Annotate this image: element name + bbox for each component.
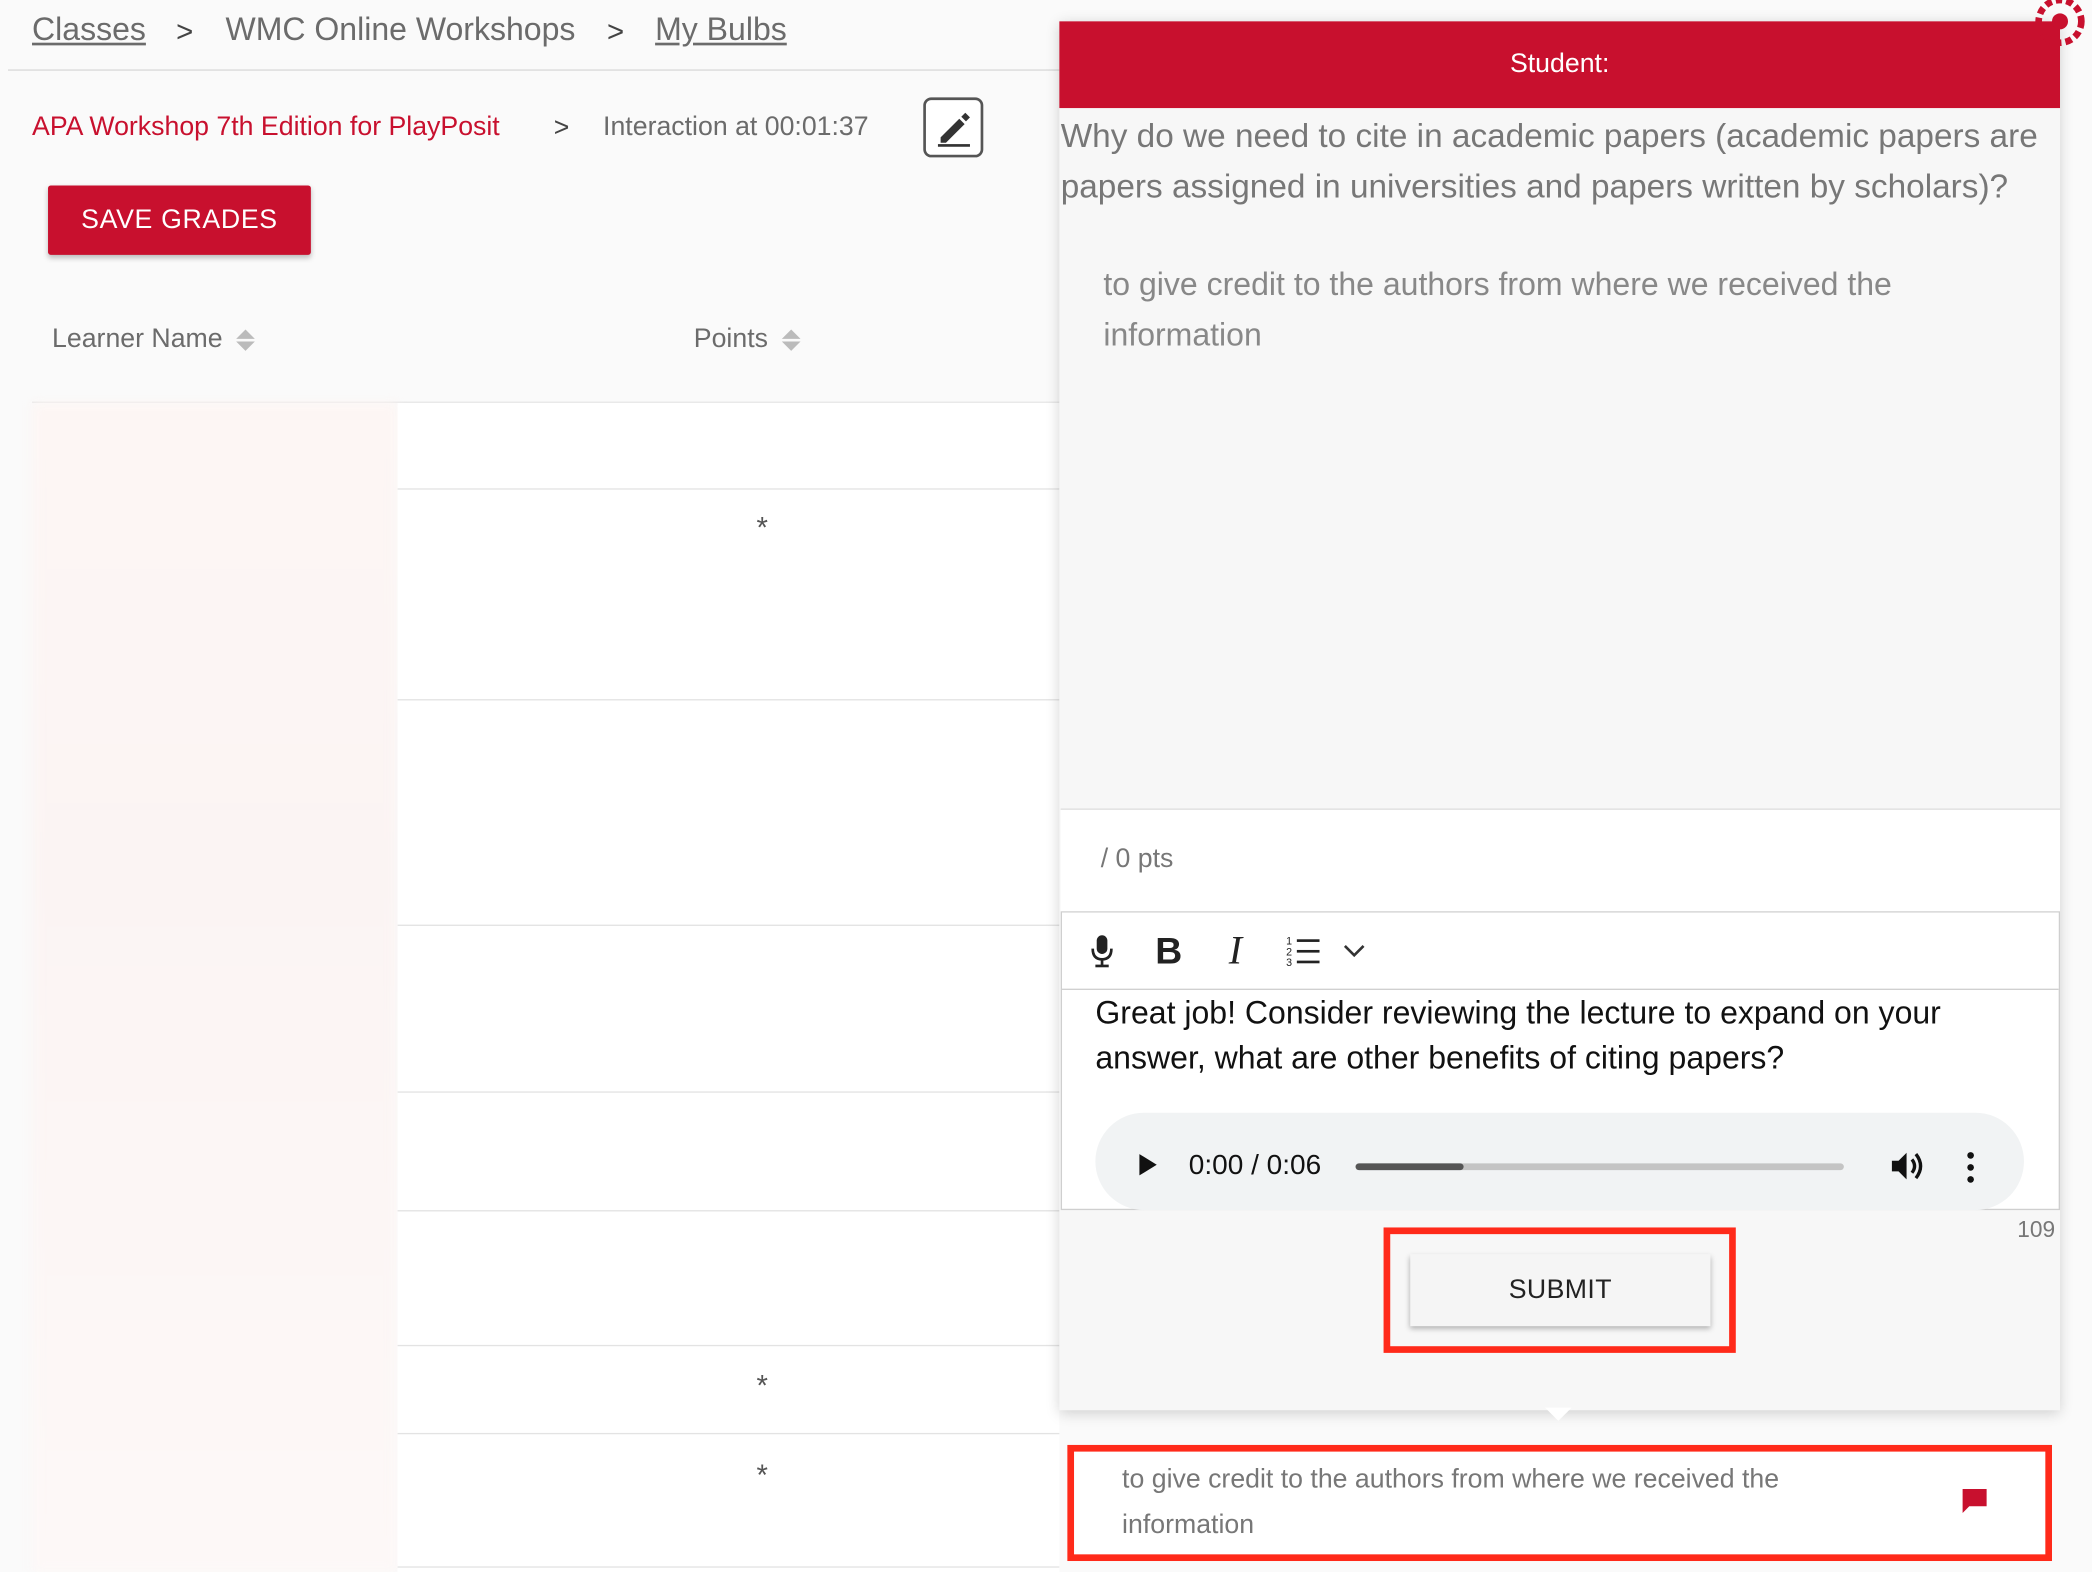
pencil-icon: [937, 112, 970, 147]
editor-toolbar: [1062, 912, 2059, 990]
italic-button[interactable]: I: [1217, 925, 1254, 978]
student-answer: to give credit to the authors from where…: [1103, 266, 1892, 354]
feedback-text[interactable]: Great job! Consider reviewing the lectur…: [1095, 991, 2029, 1082]
highlight-annotation: [1383, 1227, 1736, 1353]
table-row-marker: *: [756, 1458, 768, 1492]
character-count: 109: [2017, 1216, 2056, 1243]
play-button[interactable]: [1135, 1150, 1159, 1186]
points-column-header[interactable]: Points: [694, 324, 800, 355]
question-text: Why do we need to cite in academic paper…: [1060, 117, 2038, 206]
redacted-learner-names: [32, 402, 398, 1572]
breadcrumb-bulbs-link[interactable]: My Bulbs: [655, 12, 787, 49]
table-row-marker: *: [756, 1368, 768, 1403]
feedback-comment-button[interactable]: [1960, 1486, 1989, 1522]
chevron-down-icon: [1343, 945, 1365, 958]
edit-button[interactable]: [923, 97, 984, 158]
breadcrumb-separator: >: [607, 14, 625, 49]
subheader-separator: >: [553, 113, 570, 143]
breadcrumb-divider: [8, 69, 1060, 71]
sort-icon: [235, 328, 255, 351]
table-row-divider: [397, 1091, 1060, 1093]
table-row-divider: [397, 488, 1060, 490]
bold-icon: B: [1155, 929, 1183, 972]
svg-text:3: 3: [1286, 957, 1292, 969]
bulb-title-link[interactable]: APA Workshop 7th Edition for PlayPosit: [32, 112, 500, 143]
popover-header: Student:: [1059, 21, 2061, 109]
student-label: Student:: [1509, 49, 1610, 79]
learner-name-column-header[interactable]: Learner Name: [52, 324, 255, 355]
list-options-dropdown[interactable]: [1338, 925, 1370, 978]
points-area: [1060, 809, 2061, 913]
table-row-divider: [397, 1344, 1060, 1347]
microphone-button[interactable]: [1083, 925, 1120, 978]
numbered-list-icon: 1 2 3: [1286, 936, 1320, 969]
save-grades-button[interactable]: SAVE GRADES: [48, 185, 311, 255]
bold-button[interactable]: B: [1147, 925, 1190, 978]
points-input[interactable]: / 0 pts: [1101, 845, 1174, 876]
table-row-divider: [397, 699, 1060, 701]
table-row-marker: *: [756, 510, 768, 545]
italic-icon: I: [1228, 928, 1243, 973]
playposit-logo-icon: [2023, 0, 2092, 68]
table-row-divider: [397, 924, 1060, 926]
breadcrumb-separator: >: [176, 14, 194, 49]
more-vertical-icon: [1967, 1152, 1974, 1183]
microphone-icon: [1091, 935, 1113, 968]
points-header-label: Points: [693, 324, 768, 354]
audio-more-options-button[interactable]: [1964, 1150, 1977, 1191]
table-row-divider: [397, 1210, 1060, 1212]
numbered-list-button[interactable]: 1 2 3: [1281, 925, 1326, 978]
table-body: [397, 402, 1060, 1572]
audio-progress-fill: [1355, 1163, 1463, 1171]
play-icon: [1139, 1154, 1157, 1176]
breadcrumb-classes-link[interactable]: Classes: [32, 12, 146, 49]
volume-icon: [1891, 1152, 1923, 1180]
audio-time: 0:00 / 0:06: [1188, 1150, 1322, 1181]
response-cell-text: to give credit to the authors from where…: [1122, 1464, 1780, 1540]
table-row-divider: [397, 1566, 1060, 1568]
volume-button[interactable]: [1889, 1149, 1926, 1190]
comment-icon: [1962, 1488, 1987, 1513]
popover-caret: [1545, 1407, 1572, 1421]
table-row-divider: [397, 1432, 1060, 1435]
breadcrumb-workshops[interactable]: WMC Online Workshops: [225, 12, 575, 49]
learner-name-header-label: Learner Name: [52, 324, 223, 354]
interaction-label: Interaction at 00:01:37: [603, 112, 869, 142]
sort-icon: [781, 328, 800, 351]
